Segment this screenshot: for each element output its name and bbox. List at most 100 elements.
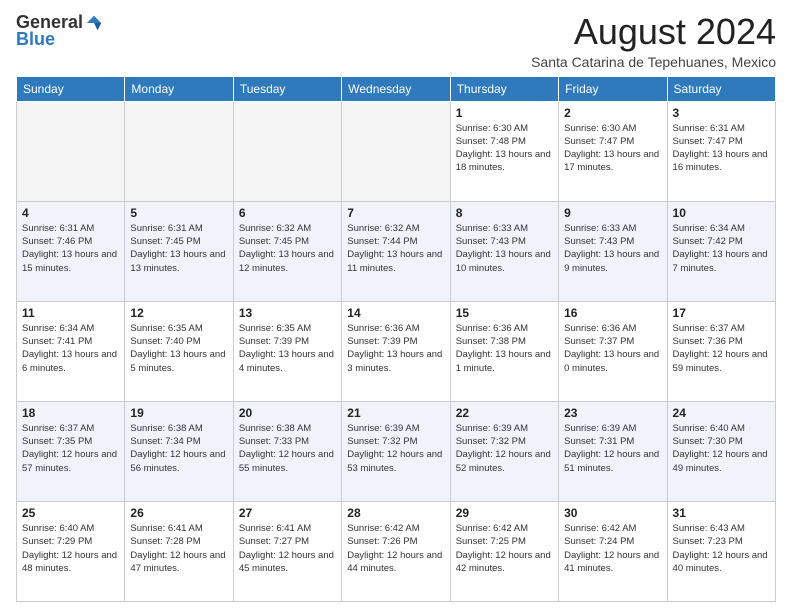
header-thursday: Thursday [450, 76, 558, 101]
day-number-28: 28 [347, 506, 444, 520]
day-number-30: 30 [564, 506, 661, 520]
day-info-29: Sunrise: 6:42 AMSunset: 7:25 PMDaylight:… [456, 522, 553, 575]
day-info-24: Sunrise: 6:40 AMSunset: 7:30 PMDaylight:… [673, 422, 770, 475]
calendar-cell-4-4: 29 Sunrise: 6:42 AMSunset: 7:25 PMDayligh… [450, 501, 558, 601]
day-info-21: Sunrise: 6:39 AMSunset: 7:32 PMDaylight:… [347, 422, 444, 475]
week-row-0: 1Sunrise: 6:30 AMSunset: 7:48 PMDaylight… [17, 101, 776, 201]
day-info-2: Sunrise: 6:30 AMSunset: 7:47 PMDaylight:… [564, 122, 661, 175]
calendar-cell-2-5: 16 Sunrise: 6:36 AMSunset: 7:37 PMDayligh… [559, 301, 667, 401]
day-number-2: 2 [564, 106, 661, 120]
calendar-cell-3-1: 19Sunrise: 6:38 AMSunset: 7:34 PMDayligh… [125, 401, 233, 501]
calendar-cell-0-1 [125, 101, 233, 201]
day-info-19: Sunrise: 6:38 AMSunset: 7:34 PMDaylight:… [130, 422, 227, 475]
day-number-1: 1 [456, 106, 553, 120]
header-friday: Friday [559, 76, 667, 101]
day-info-31: Sunrise: 6:43 AMSunset: 7:23 PMDaylight:… [673, 522, 770, 575]
day-number-23: 23 [564, 406, 661, 420]
header-wednesday: Wednesday [342, 76, 450, 101]
day-number-22: 22 [456, 406, 553, 420]
calendar-cell-3-4: 22 Sunrise: 6:39 AMSunset: 7:32 PMDayligh… [450, 401, 558, 501]
calendar-cell-0-4: 1Sunrise: 6:30 AMSunset: 7:48 PMDaylight… [450, 101, 558, 201]
day-number-27: 27 [239, 506, 336, 520]
day-info-4: Sunrise: 6:31 AMSunset: 7:46 PMDaylight:… [22, 222, 119, 275]
day-number-29: 29 [456, 506, 553, 520]
day-info-12: Sunrise: 6:35 AMSunset: 7:40 PMDaylight:… [130, 322, 227, 375]
day-number-21: 21 [347, 406, 444, 420]
day-info-18: Sunrise: 6:37 AMSunset: 7:35 PMDaylight:… [22, 422, 119, 475]
calendar-cell-3-2: 20 Sunrise: 6:38 AMSunset: 7:33 PMDayligh… [233, 401, 341, 501]
calendar-cell-2-2: 13Sunrise: 6:35 AMSunset: 7:39 PMDayligh… [233, 301, 341, 401]
day-info-25: Sunrise: 6:40 AMSunset: 7:29 PMDaylight:… [22, 522, 119, 575]
calendar-cell-4-1: 26 Sunrise: 6:41 AMSunset: 7:28 PMDayligh… [125, 501, 233, 601]
header-monday: Monday [125, 76, 233, 101]
day-number-18: 18 [22, 406, 119, 420]
day-info-20: Sunrise: 6:38 AMSunset: 7:33 PMDaylight:… [239, 422, 336, 475]
title-block: August 2024 Santa Catarina de Tepehuanes… [531, 12, 776, 70]
logo-blue-text: Blue [16, 29, 55, 50]
calendar-cell-2-4: 15Sunrise: 6:36 AMSunset: 7:38 PMDayligh… [450, 301, 558, 401]
day-number-14: 14 [347, 306, 444, 320]
day-info-22: Sunrise: 6:39 AMSunset: 7:32 PMDaylight:… [456, 422, 553, 475]
day-number-26: 26 [130, 506, 227, 520]
day-info-26: Sunrise: 6:41 AMSunset: 7:28 PMDaylight:… [130, 522, 227, 575]
day-number-16: 16 [564, 306, 661, 320]
calendar-body: 1Sunrise: 6:30 AMSunset: 7:48 PMDaylight… [17, 101, 776, 601]
calendar-cell-0-6: 3 Sunrise: 6:31 AMSunset: 7:47 PMDaylight… [667, 101, 775, 201]
calendar-cell-4-3: 28 Sunrise: 6:42 AMSunset: 7:26 PMDayligh… [342, 501, 450, 601]
header-tuesday: Tuesday [233, 76, 341, 101]
day-info-13: Sunrise: 6:35 AMSunset: 7:39 PMDaylight:… [239, 322, 336, 375]
day-number-25: 25 [22, 506, 119, 520]
day-number-9: 9 [564, 206, 661, 220]
logo: General Blue [16, 12, 103, 50]
day-number-11: 11 [22, 306, 119, 320]
day-number-17: 17 [673, 306, 770, 320]
calendar-cell-3-6: 24 Sunrise: 6:40 AMSunset: 7:30 PMDayligh… [667, 401, 775, 501]
calendar-cell-1-4: 8 Sunrise: 6:33 AMSunset: 7:43 PMDaylight… [450, 201, 558, 301]
calendar-table: Sunday Monday Tuesday Wednesday Thursday… [16, 76, 776, 602]
page: General Blue August 2024 Santa Catarina … [0, 0, 792, 612]
day-number-20: 20 [239, 406, 336, 420]
calendar-cell-0-0 [17, 101, 125, 201]
day-info-30: Sunrise: 6:42 AMSunset: 7:24 PMDaylight:… [564, 522, 661, 575]
day-info-5: Sunrise: 6:31 AMSunset: 7:45 PMDaylight:… [130, 222, 227, 275]
calendar-cell-0-5: 2 Sunrise: 6:30 AMSunset: 7:47 PMDaylight… [559, 101, 667, 201]
day-number-24: 24 [673, 406, 770, 420]
calendar-cell-1-2: 6 Sunrise: 6:32 AMSunset: 7:45 PMDaylight… [233, 201, 341, 301]
day-info-28: Sunrise: 6:42 AMSunset: 7:26 PMDaylight:… [347, 522, 444, 575]
day-number-31: 31 [673, 506, 770, 520]
header: General Blue August 2024 Santa Catarina … [16, 12, 776, 70]
day-number-8: 8 [456, 206, 553, 220]
month-year-title: August 2024 [531, 12, 776, 52]
day-number-5: 5 [130, 206, 227, 220]
calendar-cell-0-2 [233, 101, 341, 201]
day-info-6: Sunrise: 6:32 AMSunset: 7:45 PMDaylight:… [239, 222, 336, 275]
calendar-cell-4-0: 25 Sunrise: 6:40 AMSunset: 7:29 PMDayligh… [17, 501, 125, 601]
logo-icon [85, 14, 103, 32]
week-row-3: 18 Sunrise: 6:37 AMSunset: 7:35 PMDayligh… [17, 401, 776, 501]
calendar-cell-1-1: 5 Sunrise: 6:31 AMSunset: 7:45 PMDaylight… [125, 201, 233, 301]
day-number-3: 3 [673, 106, 770, 120]
day-info-7: Sunrise: 6:32 AMSunset: 7:44 PMDaylight:… [347, 222, 444, 275]
location-subtitle: Santa Catarina de Tepehuanes, Mexico [531, 54, 776, 70]
day-number-4: 4 [22, 206, 119, 220]
day-number-6: 6 [239, 206, 336, 220]
calendar-cell-0-3 [342, 101, 450, 201]
day-number-10: 10 [673, 206, 770, 220]
calendar-cell-1-3: 7Sunrise: 6:32 AMSunset: 7:44 PMDaylight… [342, 201, 450, 301]
header-sunday: Sunday [17, 76, 125, 101]
calendar-cell-2-3: 14 Sunrise: 6:36 AMSunset: 7:39 PMDayligh… [342, 301, 450, 401]
day-info-3: Sunrise: 6:31 AMSunset: 7:47 PMDaylight:… [673, 122, 770, 175]
day-info-15: Sunrise: 6:36 AMSunset: 7:38 PMDaylight:… [456, 322, 553, 375]
calendar-cell-2-6: 17Sunrise: 6:37 AMSunset: 7:36 PMDayligh… [667, 301, 775, 401]
weekday-header-row: Sunday Monday Tuesday Wednesday Thursday… [17, 76, 776, 101]
calendar-cell-1-5: 9 Sunrise: 6:33 AMSunset: 7:43 PMDaylight… [559, 201, 667, 301]
calendar-cell-2-0: 11Sunrise: 6:34 AMSunset: 7:41 PMDayligh… [17, 301, 125, 401]
calendar-cell-4-5: 30 Sunrise: 6:42 AMSunset: 7:24 PMDayligh… [559, 501, 667, 601]
calendar-cell-3-0: 18 Sunrise: 6:37 AMSunset: 7:35 PMDayligh… [17, 401, 125, 501]
day-info-14: Sunrise: 6:36 AMSunset: 7:39 PMDaylight:… [347, 322, 444, 375]
day-info-9: Sunrise: 6:33 AMSunset: 7:43 PMDaylight:… [564, 222, 661, 275]
day-info-8: Sunrise: 6:33 AMSunset: 7:43 PMDaylight:… [456, 222, 553, 275]
day-info-16: Sunrise: 6:36 AMSunset: 7:37 PMDaylight:… [564, 322, 661, 375]
week-row-4: 25 Sunrise: 6:40 AMSunset: 7:29 PMDayligh… [17, 501, 776, 601]
calendar-cell-3-3: 21 Sunrise: 6:39 AMSunset: 7:32 PMDayligh… [342, 401, 450, 501]
